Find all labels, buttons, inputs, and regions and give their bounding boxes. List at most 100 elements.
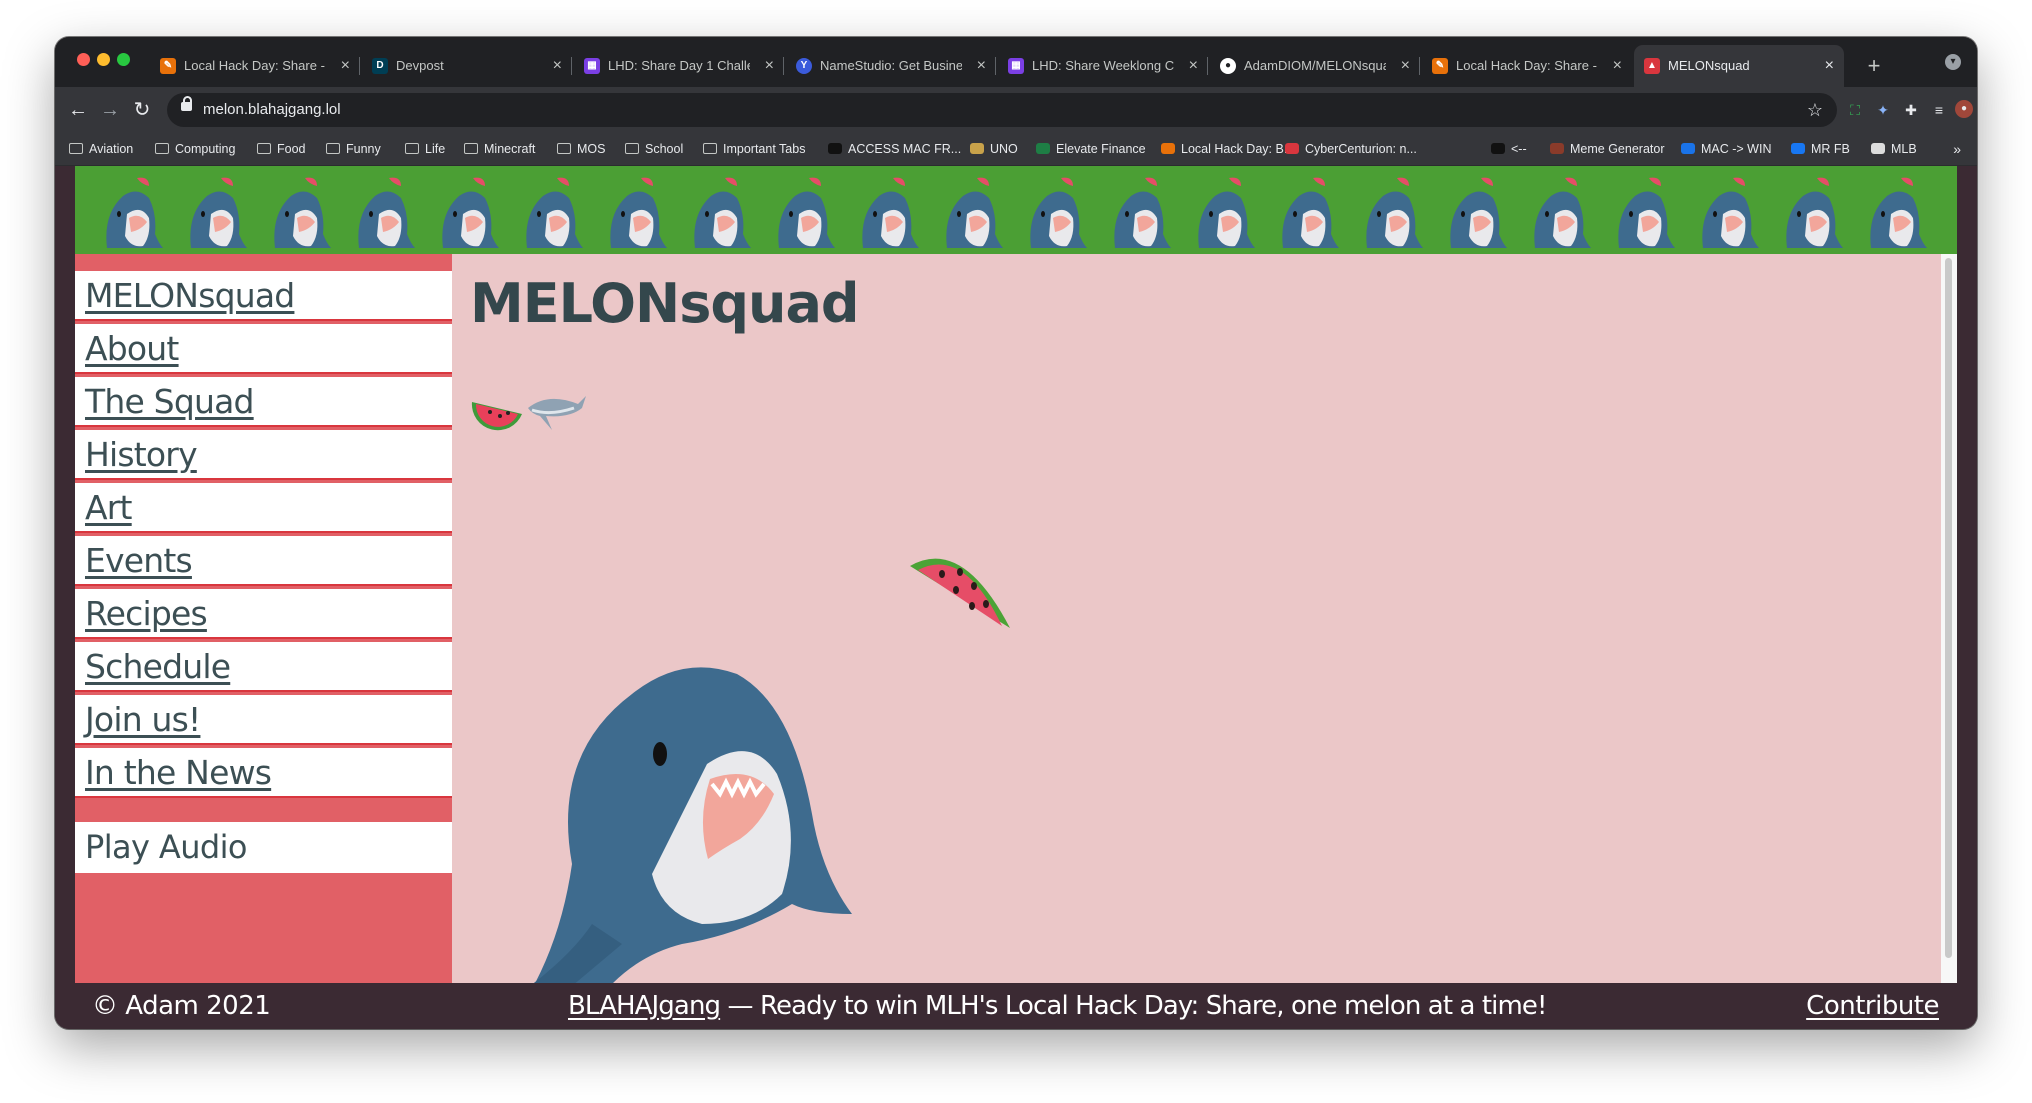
back-icon[interactable]: ← xyxy=(65,97,91,123)
bookmark-item[interactable]: CyberCenturion: n... xyxy=(1285,133,1417,165)
zoom-window-button[interactable] xyxy=(117,53,130,66)
sidebar-item-art[interactable]: Art xyxy=(75,483,452,533)
nav-link[interactable]: About xyxy=(85,329,179,368)
sidebar-item-schedule[interactable]: Schedule xyxy=(75,642,452,692)
browser-tab[interactable]: ✎ Local Hack Day: Share - Lo × xyxy=(1422,45,1632,87)
sidebar-item-recipes[interactable]: Recipes xyxy=(75,589,452,639)
banner-shark-icon xyxy=(526,177,583,248)
tab-strip: ✎ Local Hack Day: Share - C × D Devpost … xyxy=(55,37,1977,87)
bookmark-item[interactable]: MLB xyxy=(1871,133,1917,165)
footer-tagline: BLAHAJgang — Ready to win MLH's Local Ha… xyxy=(568,991,1547,1021)
bookmark-item[interactable]: Elevate Finance xyxy=(1036,133,1146,165)
sidebar-item-the-squad[interactable]: The Squad xyxy=(75,377,452,427)
nav-link[interactable]: The Squad xyxy=(85,382,254,421)
browser-tab[interactable]: D Devpost × xyxy=(362,45,572,87)
bookmark-item[interactable]: UNO xyxy=(970,133,1018,165)
minimize-window-button[interactable] xyxy=(97,53,110,66)
site-favicon-icon xyxy=(1791,143,1805,154)
bookmark-item[interactable]: MAC -> WIN xyxy=(1681,133,1771,165)
bookmarks-bar: » Aviation Computing Food Funny Life Minecraf… xyxy=(55,133,1977,166)
screenshot-extension-icon[interactable]: ⛶ xyxy=(1845,100,1865,120)
puzzle-icon[interactable]: ✚ xyxy=(1901,100,1921,120)
reload-icon[interactable]: ↻ xyxy=(129,97,155,123)
close-tab-icon[interactable]: × xyxy=(765,45,774,87)
bookmark-item[interactable]: ACCESS MAC FR... xyxy=(828,133,961,165)
scrollbar[interactable] xyxy=(1941,254,1957,983)
nav-link[interactable]: In the News xyxy=(85,753,272,792)
browser-tab[interactable]: ✎ Local Hack Day: Share - C × xyxy=(150,45,360,87)
browser-tab[interactable]: ▦ LHD: Share Day 1 Challeng × xyxy=(574,45,784,87)
bookmark-item[interactable]: Important Tabs xyxy=(703,133,805,165)
bookmark-item[interactable]: Aviation xyxy=(69,133,133,165)
new-tab-button[interactable]: + xyxy=(1859,45,1889,87)
shark-icon: ▲ xyxy=(1644,58,1660,74)
sidebar-item-history[interactable]: History xyxy=(75,430,452,480)
browser-tab[interactable]: Y NameStudio: Get Business × xyxy=(786,45,996,87)
tab-search-icon[interactable]: ▾ xyxy=(1945,54,1961,70)
browser-tab[interactable]: ● AdamDIOM/MELONsquad × xyxy=(1210,45,1420,87)
banner-shark-icon xyxy=(862,177,919,248)
banner-shark-icon xyxy=(442,177,499,248)
banner-shark-icon xyxy=(358,177,415,248)
more-bookmarks-icon[interactable]: » xyxy=(1953,133,1961,165)
bookmark-item[interactable]: MOS xyxy=(557,133,605,165)
bookmark-item[interactable]: Local Hack Day: B... xyxy=(1161,133,1294,165)
address-bar[interactable]: melon.blahajgang.lol ☆ xyxy=(167,93,1837,127)
nav-link[interactable]: Recipes xyxy=(85,594,208,633)
banner-shark-icon xyxy=(1450,177,1507,248)
close-tab-icon[interactable]: × xyxy=(1825,45,1834,87)
bookmark-item[interactable]: Computing xyxy=(155,133,235,165)
play-audio-button[interactable]: Play Audio xyxy=(75,822,452,873)
close-tab-icon[interactable]: × xyxy=(1189,45,1198,87)
extension-icon[interactable]: ✦ xyxy=(1873,100,1893,120)
close-tab-icon[interactable]: × xyxy=(977,45,986,87)
bookmark-star-icon[interactable]: ☆ xyxy=(1807,93,1823,127)
nav-link[interactable]: History xyxy=(85,435,198,474)
scrollbar-thumb[interactable] xyxy=(1945,258,1952,958)
bookmark-item[interactable]: Meme Generator xyxy=(1550,133,1664,165)
nav-link[interactable]: MELONsquad xyxy=(85,276,295,315)
bookmark-item[interactable]: MR FB xyxy=(1791,133,1850,165)
nav-link[interactable]: Join us! xyxy=(85,700,201,739)
nav-link[interactable]: Schedule xyxy=(85,647,231,686)
close-tab-icon[interactable]: × xyxy=(341,45,350,87)
banner-shark-icon xyxy=(106,177,163,248)
nav-link[interactable]: Art xyxy=(85,488,132,527)
banner-shark-icon xyxy=(274,177,331,248)
sidebar-item-in-the-news[interactable]: In the News xyxy=(75,748,452,798)
folder-icon xyxy=(703,143,717,154)
bookmark-item[interactable]: Funny xyxy=(326,133,381,165)
folder-icon xyxy=(557,143,571,154)
avatar[interactable]: ● xyxy=(1955,100,1973,118)
close-tab-icon[interactable]: × xyxy=(553,45,562,87)
banner-shark-icon xyxy=(1114,177,1171,248)
browser-tab[interactable]: ▦ LHD: Share Weeklong Cha × xyxy=(998,45,1208,87)
bookmark-item[interactable]: Life xyxy=(405,133,445,165)
bookmark-item[interactable]: School xyxy=(625,133,683,165)
banner-shark-icon xyxy=(778,177,835,248)
close-tab-icon[interactable]: × xyxy=(1613,45,1622,87)
hack-icon: ✎ xyxy=(160,58,176,74)
blahajgang-link[interactable]: BLAHAJgang xyxy=(568,991,721,1021)
sidebar-item-melonsquad[interactable]: MELONsquad xyxy=(75,271,452,321)
banner-shark-icon xyxy=(1786,177,1843,248)
forward-icon[interactable]: → xyxy=(97,97,123,123)
nav-link[interactable]: Events xyxy=(85,541,193,580)
bookmark-item[interactable]: Minecraft xyxy=(464,133,535,165)
reading-list-icon[interactable]: ≡ xyxy=(1929,100,1949,120)
site-favicon-icon xyxy=(1036,143,1050,154)
contribute-link[interactable]: Contribute xyxy=(1806,991,1939,1021)
banner-shark-icon xyxy=(1618,177,1675,248)
bookmark-item[interactable]: <-- xyxy=(1491,133,1527,165)
folder-icon xyxy=(326,143,340,154)
folder-icon xyxy=(625,143,639,154)
sidebar-item-join-us[interactable]: Join us! xyxy=(75,695,452,745)
sidebar-item-about[interactable]: About xyxy=(75,324,452,374)
browser-tab-active[interactable]: ▲ MELONsquad × xyxy=(1634,45,1844,87)
url-text[interactable]: melon.blahajgang.lol xyxy=(203,93,341,127)
close-tab-icon[interactable]: × xyxy=(1401,45,1410,87)
copyright-text: © Adam 2021 xyxy=(92,991,271,1021)
sidebar-item-events[interactable]: Events xyxy=(75,536,452,586)
close-window-button[interactable] xyxy=(77,53,90,66)
bookmark-item[interactable]: Food xyxy=(257,133,306,165)
